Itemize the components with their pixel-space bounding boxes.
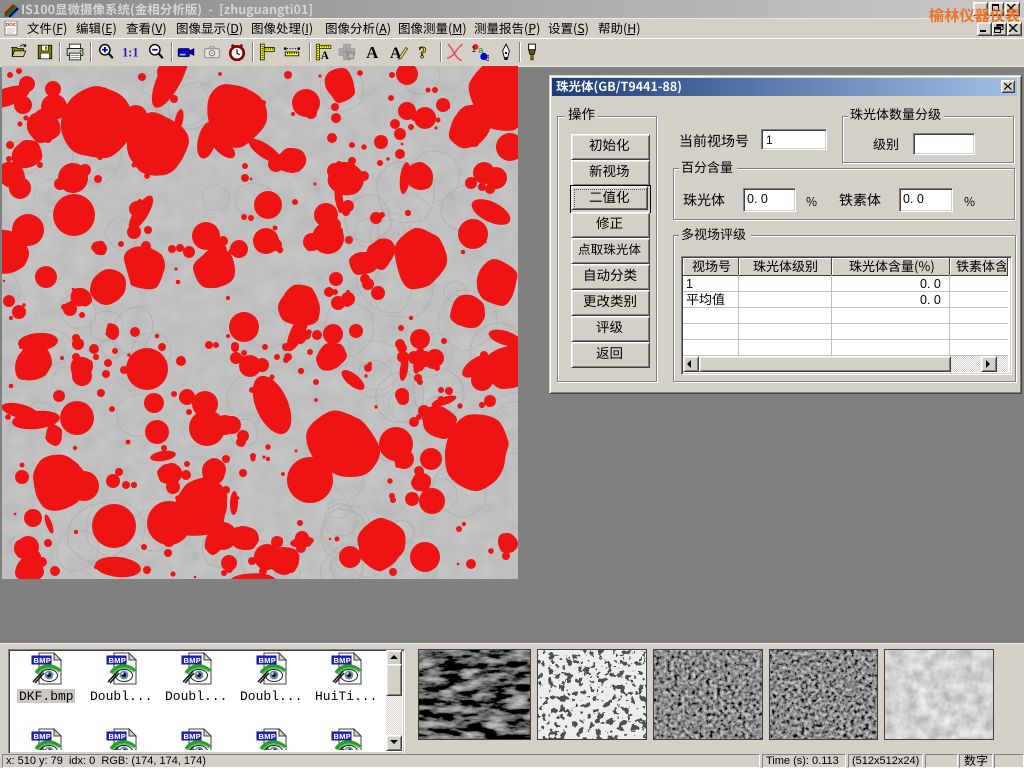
svg-text:A: A (321, 50, 330, 61)
svg-text:1:1: 1:1 (122, 46, 138, 60)
svg-text:?: ? (418, 43, 426, 61)
svg-text:1: 1 (472, 45, 476, 54)
svg-text:A: A (366, 43, 379, 61)
svg-text:3: 3 (486, 54, 489, 61)
svg-text:DOC: DOC (6, 22, 17, 27)
